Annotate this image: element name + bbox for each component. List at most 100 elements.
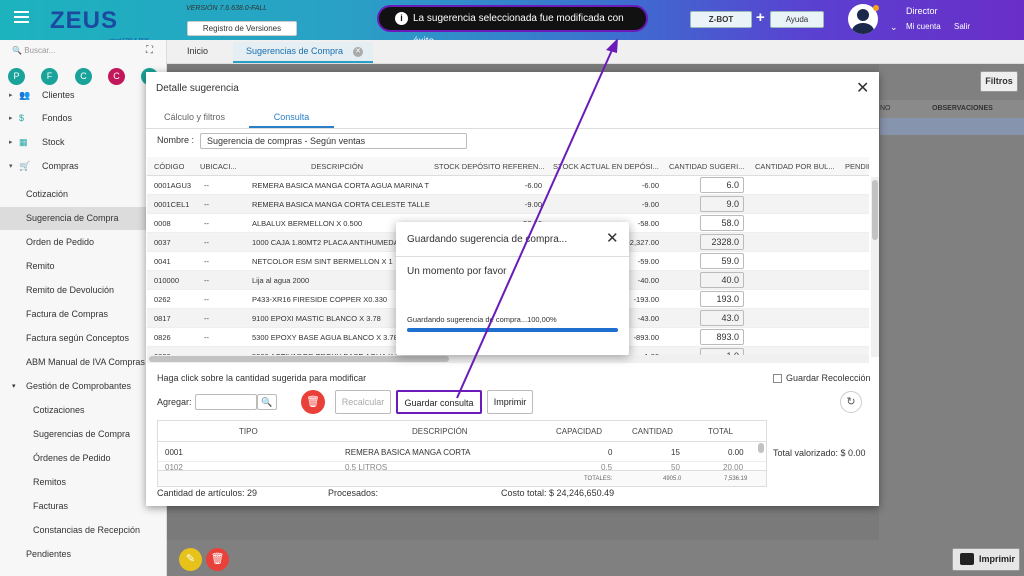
- recalcular-button[interactable]: Recalcular: [335, 390, 391, 414]
- imprimir-bg-button[interactable]: Imprimir: [952, 548, 1020, 571]
- sidebar-item-fondos[interactable]: ▸ $ Fondos: [0, 107, 166, 130]
- cantidad-sugerida-input[interactable]: 2328.0: [700, 234, 744, 250]
- grid-row: 0001AGU3 -- REMERA BASICA MANGA CORTA AGUA…: [147, 176, 869, 195]
- agregar-input[interactable]: [195, 394, 257, 410]
- summary-totals: TOTALES: 4905.0 7,536.19: [158, 470, 766, 486]
- tab-sugerencias[interactable]: Sugerencias de Compra ✕: [233, 42, 373, 63]
- cantidad-sugerida-input[interactable]: 6.0: [700, 177, 744, 193]
- zbot-button[interactable]: Z-BOT: [690, 11, 752, 28]
- col-stock-ref: STOCK DEPÓSITO REFEREN...: [434, 162, 545, 171]
- shortcut-c1[interactable]: C: [75, 68, 92, 85]
- sidebar-gestion-ordenes[interactable]: Órdenes de Pedido: [0, 447, 166, 470]
- search-input[interactable]: 🔍 Buscar...: [12, 46, 55, 55]
- shortcut-f[interactable]: F: [41, 68, 58, 85]
- search-icon[interactable]: 🔍: [257, 394, 277, 410]
- salir-link[interactable]: Salir: [954, 22, 970, 31]
- chevron-down-icon[interactable]: ⌄: [890, 22, 898, 33]
- tab-inicio[interactable]: Inicio: [187, 46, 208, 56]
- procesados-label: Procesados:: [328, 488, 379, 498]
- trash-icon[interactable]: 🗑: [301, 390, 325, 414]
- col-cant-bulto: CANTIDAD POR BUL...: [755, 162, 835, 171]
- cantidad-sugerida-input[interactable]: 40.0: [700, 272, 744, 288]
- close-tab-icon[interactable]: ✕: [353, 47, 363, 57]
- plus-icon: +: [756, 9, 765, 26]
- costo-total: Costo total: $ 24,246,650.49: [501, 488, 615, 498]
- success-toast: i La sugerencia seleccionada fue modifica…: [377, 5, 648, 47]
- sidebar-item-stock[interactable]: ▸ ▦ Stock: [0, 131, 166, 154]
- cantidad-sugerida-input[interactable]: 9.0: [700, 196, 744, 212]
- summary-row: 0001 REMERA BASICA MANGA CORTA 0 15 0.00: [158, 442, 766, 462]
- users-icon: 👥: [19, 90, 31, 100]
- shortcut-p[interactable]: P: [8, 68, 25, 85]
- progress-bar: [407, 328, 618, 332]
- bottom-bar: [167, 540, 1024, 576]
- sidebar-sub-factura-conceptos[interactable]: Factura según Conceptos: [0, 327, 166, 350]
- nombre-label: Nombre :: [157, 135, 195, 145]
- grid-header: CÓDIGO UBICACI... DESCRIPCIÓN STOCK DEPÓ…: [147, 157, 869, 176]
- sidebar-sub-orden[interactable]: Orden de Pedido: [0, 231, 166, 254]
- ayuda-button[interactable]: Ayuda: [770, 11, 824, 28]
- refresh-icon[interactable]: ↻: [840, 391, 862, 413]
- sidebar-item-clientes[interactable]: ▸ 👥 Clientes: [0, 84, 166, 107]
- cantidad-articulos: Cantidad de artículos: 29: [157, 488, 258, 498]
- saving-message: Un momento por favor: [407, 266, 507, 277]
- sidebar-gestion-remitos[interactable]: Remitos: [0, 471, 166, 494]
- sidebar-sub-remito-devolucion[interactable]: Remito de Devolución: [0, 279, 166, 302]
- nombre-field[interactable]: Sugerencia de compras - Según ventas: [200, 133, 467, 149]
- sidebar-gestion-sugerencias[interactable]: Sugerencias de Compra: [0, 423, 166, 446]
- bg-selected-row: [880, 118, 1024, 135]
- cantidad-sugerida-input[interactable]: 893.0: [700, 329, 744, 345]
- col-descripcion: DESCRIPCIÓN: [311, 162, 364, 171]
- sidebar-gestion-facturas[interactable]: Facturas: [0, 495, 166, 518]
- summary-header: TIPO DESCRIPCIÓN CAPACIDAD CANTIDAD TOTA…: [158, 421, 766, 442]
- cantidad-sugerida-input[interactable]: 1.0: [700, 348, 744, 355]
- registro-versiones-button[interactable]: Registro de Versiones: [187, 21, 297, 36]
- sidebar-sub-abm-iva[interactable]: ABM Manual de IVA Compras: [0, 351, 166, 374]
- delete-button[interactable]: 🗑: [206, 548, 229, 571]
- col-codigo: CÓDIGO: [154, 162, 185, 171]
- grid-vscroll[interactable]: [871, 177, 879, 357]
- mi-cuenta-link[interactable]: Mi cuenta: [906, 22, 941, 31]
- user-name: Director: [906, 6, 938, 16]
- expand-icon[interactable]: ⛶: [146, 45, 153, 56]
- menu-icon[interactable]: [14, 11, 29, 24]
- info-icon: i: [395, 12, 408, 25]
- guardar-consulta-button[interactable]: Guardar consulta: [396, 390, 482, 414]
- sidebar-sub-remito[interactable]: Remito: [0, 255, 166, 278]
- grid-row: 0001CEL1 -- REMERA BASICA MANGA CORTA CELE…: [147, 195, 869, 214]
- hint-text: Haga click sobre la cantidad sugerida pa…: [157, 373, 367, 383]
- cart-icon: 🛒: [19, 161, 31, 171]
- progress-fill: [407, 328, 618, 332]
- sidebar-item-compras[interactable]: ▾ 🛒 Compras: [0, 155, 166, 178]
- box-icon: ▦: [19, 137, 28, 147]
- close-icon[interactable]: ✕: [606, 229, 619, 247]
- shortcut-c2[interactable]: C: [108, 68, 125, 85]
- sidebar-gestion[interactable]: ▾ Gestión de Comprobantes: [0, 375, 166, 398]
- modal-title: Detalle sugerencia: [156, 83, 239, 94]
- printer-icon: [960, 553, 974, 565]
- sidebar-sub-cotizacion[interactable]: Cotización: [0, 183, 166, 206]
- sidebar-sub-factura-compras[interactable]: Factura de Compras: [0, 303, 166, 326]
- guardar-recoleccion-checkbox[interactable]: Guardar Recolección: [773, 373, 871, 384]
- tab-consulta[interactable]: Consulta: [249, 110, 334, 128]
- total-valorizado: Total valorizado: $ 0.00: [773, 448, 866, 458]
- sidebar-sub-sugerencia[interactable]: Sugerencia de Compra: [0, 207, 166, 230]
- cantidad-sugerida-input[interactable]: 59.0: [700, 253, 744, 269]
- cantidad-sugerida-input[interactable]: 193.0: [700, 291, 744, 307]
- imprimir-button[interactable]: Imprimir: [487, 390, 533, 414]
- notification-dot: [873, 5, 879, 11]
- sidebar-pendientes[interactable]: Pendientes: [0, 543, 166, 566]
- tab-divider: [146, 128, 879, 129]
- summary-vscroll[interactable]: [757, 441, 765, 481]
- edit-button[interactable]: ✎: [179, 548, 202, 571]
- grid-hscroll[interactable]: [147, 355, 869, 363]
- tab-calculo-filtros[interactable]: Cálculo y filtros: [164, 112, 225, 122]
- filtros-button[interactable]: Filtros: [980, 71, 1018, 92]
- col-cant-sugerida: CANTIDAD SUGERI...: [669, 162, 745, 171]
- sidebar-gestion-cotizaciones[interactable]: Cotizaciones: [0, 399, 166, 422]
- progress-text: Guardando sugerencia de compra...100,00%: [407, 315, 557, 324]
- sidebar-gestion-constancias[interactable]: Constancias de Recepción: [0, 519, 166, 542]
- cantidad-sugerida-input[interactable]: 43.0: [700, 310, 744, 326]
- cantidad-sugerida-input[interactable]: 58.0: [700, 215, 744, 231]
- close-icon[interactable]: ✕: [856, 78, 869, 98]
